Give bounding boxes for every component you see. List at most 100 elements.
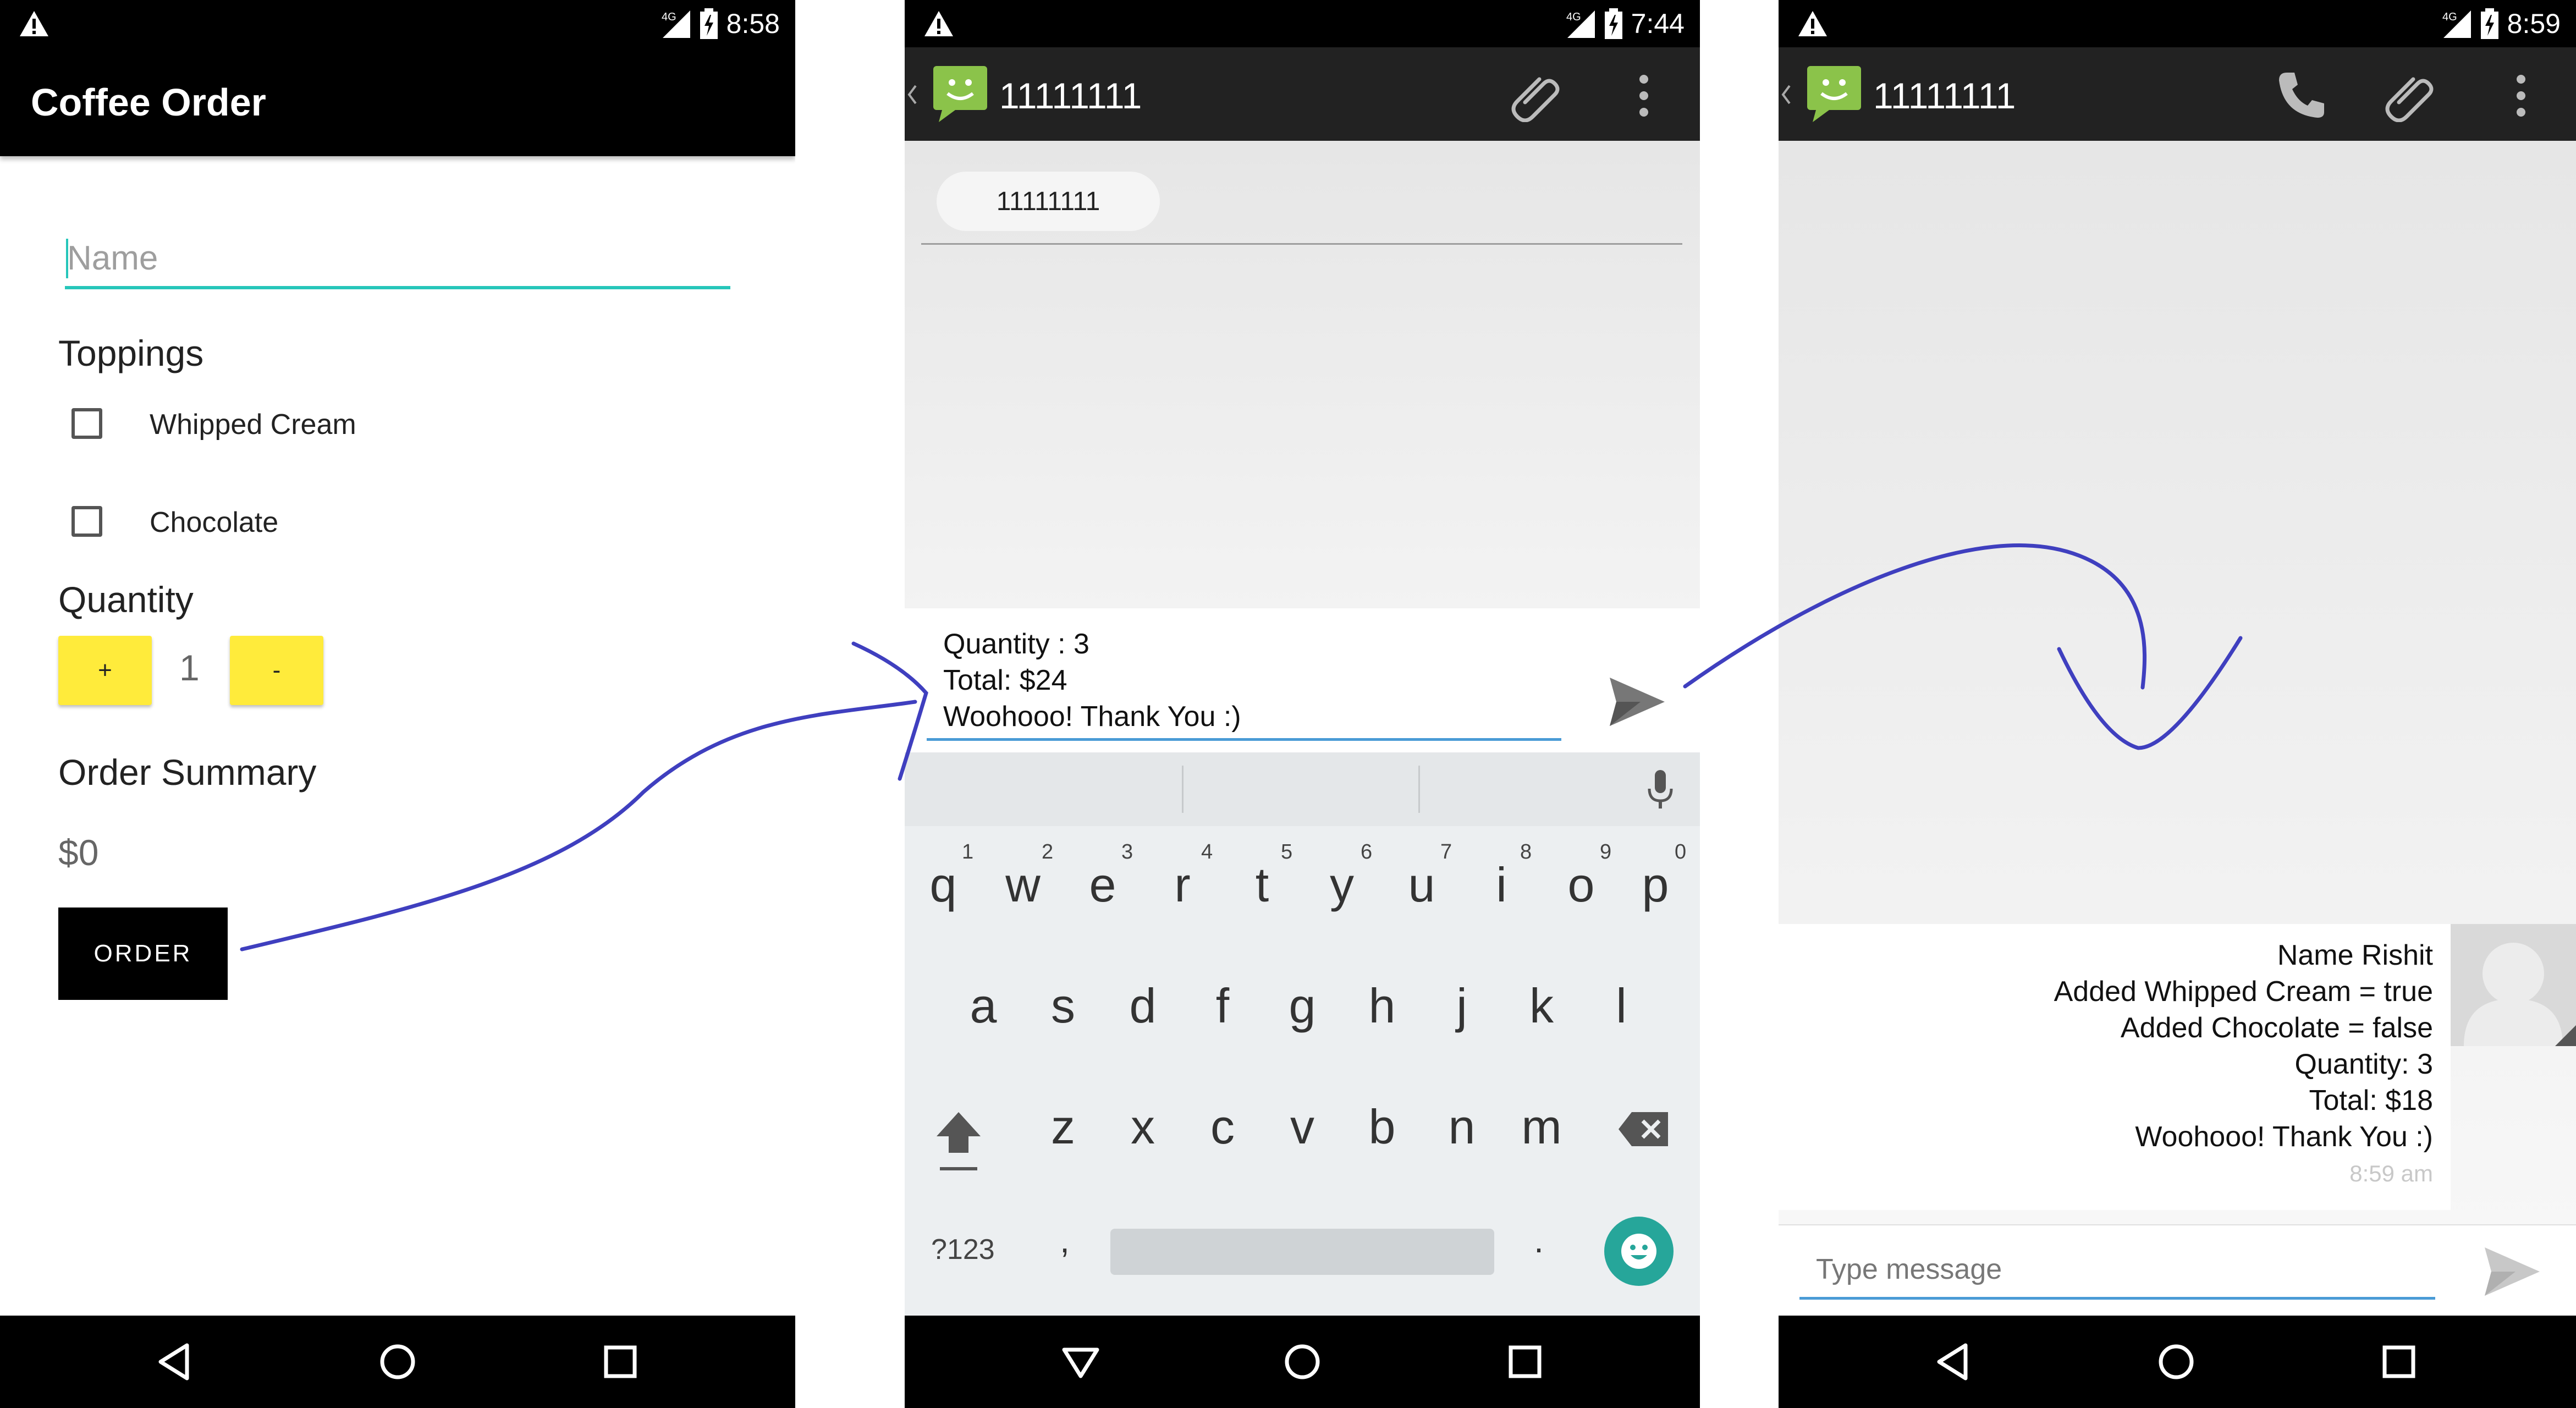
key-hint: 1 xyxy=(962,840,974,864)
phone-sent-sms: 4G 8:59 11111111 Name Rishit Added Whipp… xyxy=(1779,0,2576,1408)
avatar xyxy=(2451,924,2576,1046)
compose-text: Quantity : 3 Total: $24 Woohooo! Thank Y… xyxy=(943,628,1241,733)
svg-text:4G: 4G xyxy=(2442,11,2457,23)
key-q[interactable]: q xyxy=(907,857,979,913)
home-icon[interactable] xyxy=(376,1340,420,1384)
key-u[interactable]: u xyxy=(1386,857,1457,913)
key-hint: 6 xyxy=(1361,840,1373,864)
compose-panel: Quantity : 3 Total: $24 Woohooo! Thank Y… xyxy=(905,608,1700,752)
phone-call-icon[interactable] xyxy=(2276,69,2327,121)
decrement-label: - xyxy=(272,657,281,684)
warning-icon xyxy=(20,11,48,36)
warning-icon xyxy=(924,11,953,36)
key-i[interactable]: i xyxy=(1466,857,1537,913)
attach-icon[interactable] xyxy=(1509,69,1561,122)
sent-message-text: Name Rishit Added Whipped Cream = true A… xyxy=(2054,939,2433,1153)
conversation-area: Name Rishit Added Whipped Cream = true A… xyxy=(1779,141,2576,1228)
key-k[interactable]: k xyxy=(1506,978,1577,1034)
contact-name: 11111111 xyxy=(1873,75,2016,116)
key-comma[interactable]: , xyxy=(1029,1220,1100,1261)
home-icon[interactable] xyxy=(2154,1340,2198,1384)
message-timestamp: 8:59 am xyxy=(2349,1160,2433,1186)
increment-button[interactable]: + xyxy=(58,636,152,705)
key-j[interactable]: j xyxy=(1426,978,1498,1034)
navigation-bar xyxy=(905,1316,1700,1408)
recents-icon[interactable] xyxy=(1503,1340,1547,1384)
key-m[interactable]: m xyxy=(1506,1099,1577,1155)
sms-app-icon xyxy=(933,66,987,122)
app-bar: Coffee Order xyxy=(0,47,795,156)
key-y[interactable]: y xyxy=(1306,857,1378,913)
key-a[interactable]: a xyxy=(948,978,1019,1034)
key-b[interactable]: b xyxy=(1346,1099,1418,1155)
attach-icon[interactable] xyxy=(2382,69,2435,122)
status-bar: 4G 7:44 xyxy=(905,0,1700,47)
decrement-button[interactable]: - xyxy=(230,636,323,705)
suggestion-divider xyxy=(1418,766,1420,813)
quantity-heading: Quantity xyxy=(58,579,194,620)
shift-icon[interactable] xyxy=(934,1109,983,1174)
key-o[interactable]: o xyxy=(1545,857,1617,913)
compose-input[interactable]: Quantity : 3 Total: $24 Woohooo! Thank Y… xyxy=(927,622,1561,741)
compose-panel: Type message xyxy=(1779,1224,2576,1317)
space-bar[interactable] xyxy=(1110,1229,1494,1275)
suggestion-strip xyxy=(905,752,1700,826)
chevron-left-icon xyxy=(907,85,917,105)
order-button-label: ORDER xyxy=(93,940,192,967)
key-w[interactable]: w xyxy=(987,857,1059,913)
svg-text:4G: 4G xyxy=(1566,11,1581,23)
key-e[interactable]: e xyxy=(1067,857,1138,913)
up-button[interactable] xyxy=(907,64,989,124)
sms-app-icon xyxy=(1807,66,1861,122)
key-n[interactable]: n xyxy=(1426,1099,1498,1155)
recents-icon[interactable] xyxy=(2377,1340,2421,1384)
key-c[interactable]: c xyxy=(1187,1099,1258,1155)
symbols-key[interactable]: ?123 xyxy=(931,1233,995,1266)
chocolate-checkbox[interactable] xyxy=(71,506,102,537)
increment-label: + xyxy=(98,657,112,684)
key-r[interactable]: r xyxy=(1147,857,1218,913)
name-placeholder: Name xyxy=(67,239,158,277)
send-icon[interactable] xyxy=(1608,674,1667,729)
send-icon[interactable] xyxy=(2483,1244,2542,1299)
overflow-menu-icon[interactable] xyxy=(2510,73,2532,119)
emoji-key[interactable] xyxy=(1604,1217,1674,1286)
message-input[interactable]: Type message xyxy=(1799,1238,2435,1300)
order-button[interactable]: ORDER xyxy=(58,908,228,1000)
recipient-chip[interactable]: 11111111 xyxy=(937,172,1160,231)
key-v[interactable]: v xyxy=(1267,1099,1338,1155)
up-button[interactable] xyxy=(1781,64,1863,124)
overflow-menu-icon[interactable] xyxy=(1633,73,1655,119)
whipped-cream-checkbox[interactable] xyxy=(71,408,102,439)
key-hint: 9 xyxy=(1600,840,1612,864)
recents-icon[interactable] xyxy=(598,1340,642,1384)
key-g[interactable]: g xyxy=(1267,978,1338,1034)
back-icon[interactable] xyxy=(1931,1340,1975,1384)
key-f[interactable]: f xyxy=(1187,978,1258,1034)
backspace-icon[interactable] xyxy=(1617,1110,1670,1148)
name-field[interactable]: Name xyxy=(65,231,730,289)
home-icon[interactable] xyxy=(1280,1340,1324,1384)
recipient-chip-label: 11111111 xyxy=(996,186,1100,216)
key-h[interactable]: h xyxy=(1346,978,1418,1034)
key-l[interactable]: l xyxy=(1586,978,1657,1034)
key-period[interactable]: . xyxy=(1503,1220,1575,1261)
key-p[interactable]: p xyxy=(1620,857,1691,913)
key-s[interactable]: s xyxy=(1027,978,1099,1034)
key-x[interactable]: x xyxy=(1107,1099,1179,1155)
key-t[interactable]: t xyxy=(1226,857,1298,913)
status-time: 8:58 xyxy=(726,8,780,39)
back-icon[interactable] xyxy=(153,1340,197,1384)
phone-compose-sms: 4G 7:44 11111111 11111111 Quantity : 3 T… xyxy=(905,0,1700,1408)
chevron-left-icon xyxy=(1781,85,1791,105)
status-bar: 4G 8:58 xyxy=(0,0,795,47)
status-time: 7:44 xyxy=(1631,8,1685,39)
sent-message-bubble[interactable]: Name Rishit Added Whipped Cream = true A… xyxy=(1779,924,2451,1210)
key-d[interactable]: d xyxy=(1107,978,1179,1034)
microphone-icon[interactable] xyxy=(1646,769,1675,811)
recipient-divider xyxy=(921,243,1682,245)
key-z[interactable]: z xyxy=(1027,1099,1099,1155)
back-down-icon[interactable] xyxy=(1059,1340,1103,1384)
contact-name: 11111111 xyxy=(999,75,1142,116)
battery-icon xyxy=(700,8,718,39)
